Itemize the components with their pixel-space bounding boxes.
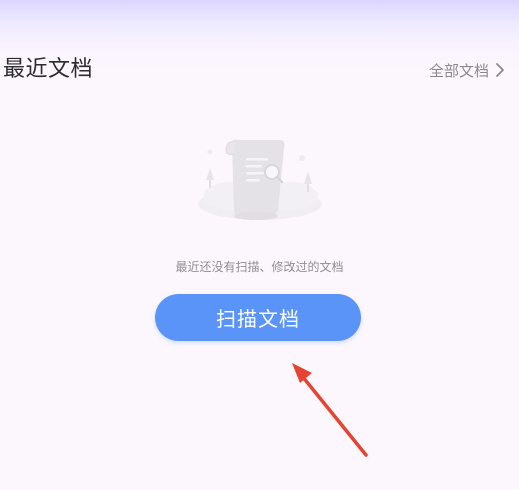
empty-state-message: 最近还没有扫描、修改过的文档 (175, 260, 344, 274)
all-docs-link[interactable]: 全部文档 (429, 58, 505, 82)
red-arrow-icon (280, 355, 380, 465)
scan-documents-button[interactable]: 扫描文档 (155, 294, 361, 341)
app-screen: 最近文档 全部文档 最近还没有扫描、修改过的文档 扫描文档 (0, 0, 519, 490)
recent-docs-header: 最近文档 全部文档 (0, 52, 519, 88)
all-docs-label: 全部文档 (428, 61, 489, 80)
section-title: 最近文档 (3, 57, 94, 82)
chevron-right-icon (495, 62, 505, 78)
document-search-illustration-icon (190, 132, 330, 232)
